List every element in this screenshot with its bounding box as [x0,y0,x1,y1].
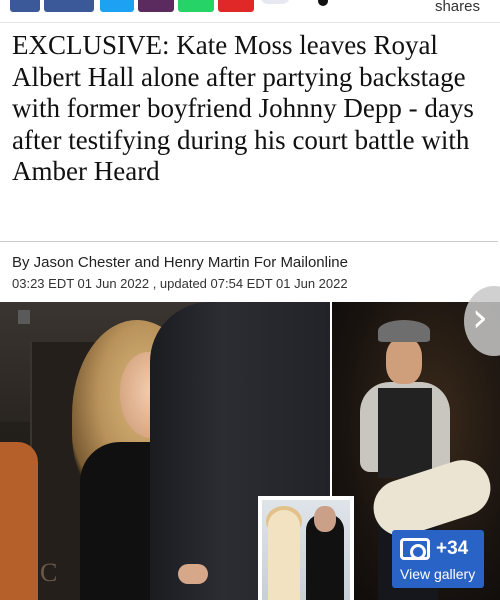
article-dateline: 03:23 EDT 01 Jun 2022 , updated 07:54 ED… [12,276,348,291]
camera-icon [400,538,430,560]
flipboard-share-button[interactable] [218,0,254,12]
article-headline: EXCLUSIVE: Kate Moss leaves Royal Albert… [12,30,474,186]
share-count-dot [318,0,328,6]
shares-label: shares [434,0,480,15]
divider [0,22,500,23]
view-gallery-button[interactable]: +34 View gallery [392,530,484,588]
chevron-right-icon: › [472,295,488,341]
hero-inset-photo [258,496,354,600]
gallery-count: +34 [436,538,469,559]
whatsapp-share-button[interactable] [178,0,214,12]
facebook-share-button[interactable] [44,0,94,12]
divider [0,241,498,242]
article-byline[interactable]: By Jason Chester and Henry Martin For Ma… [12,254,348,271]
twitter-share-button[interactable] [100,0,134,12]
share-bar: ••• shares [0,0,500,18]
facebook-share-icon[interactable] [10,0,40,12]
gallery-label: View gallery [400,566,476,582]
mail-share-button[interactable] [138,0,174,12]
comment-bubble-icon[interactable]: ••• [260,0,290,4]
